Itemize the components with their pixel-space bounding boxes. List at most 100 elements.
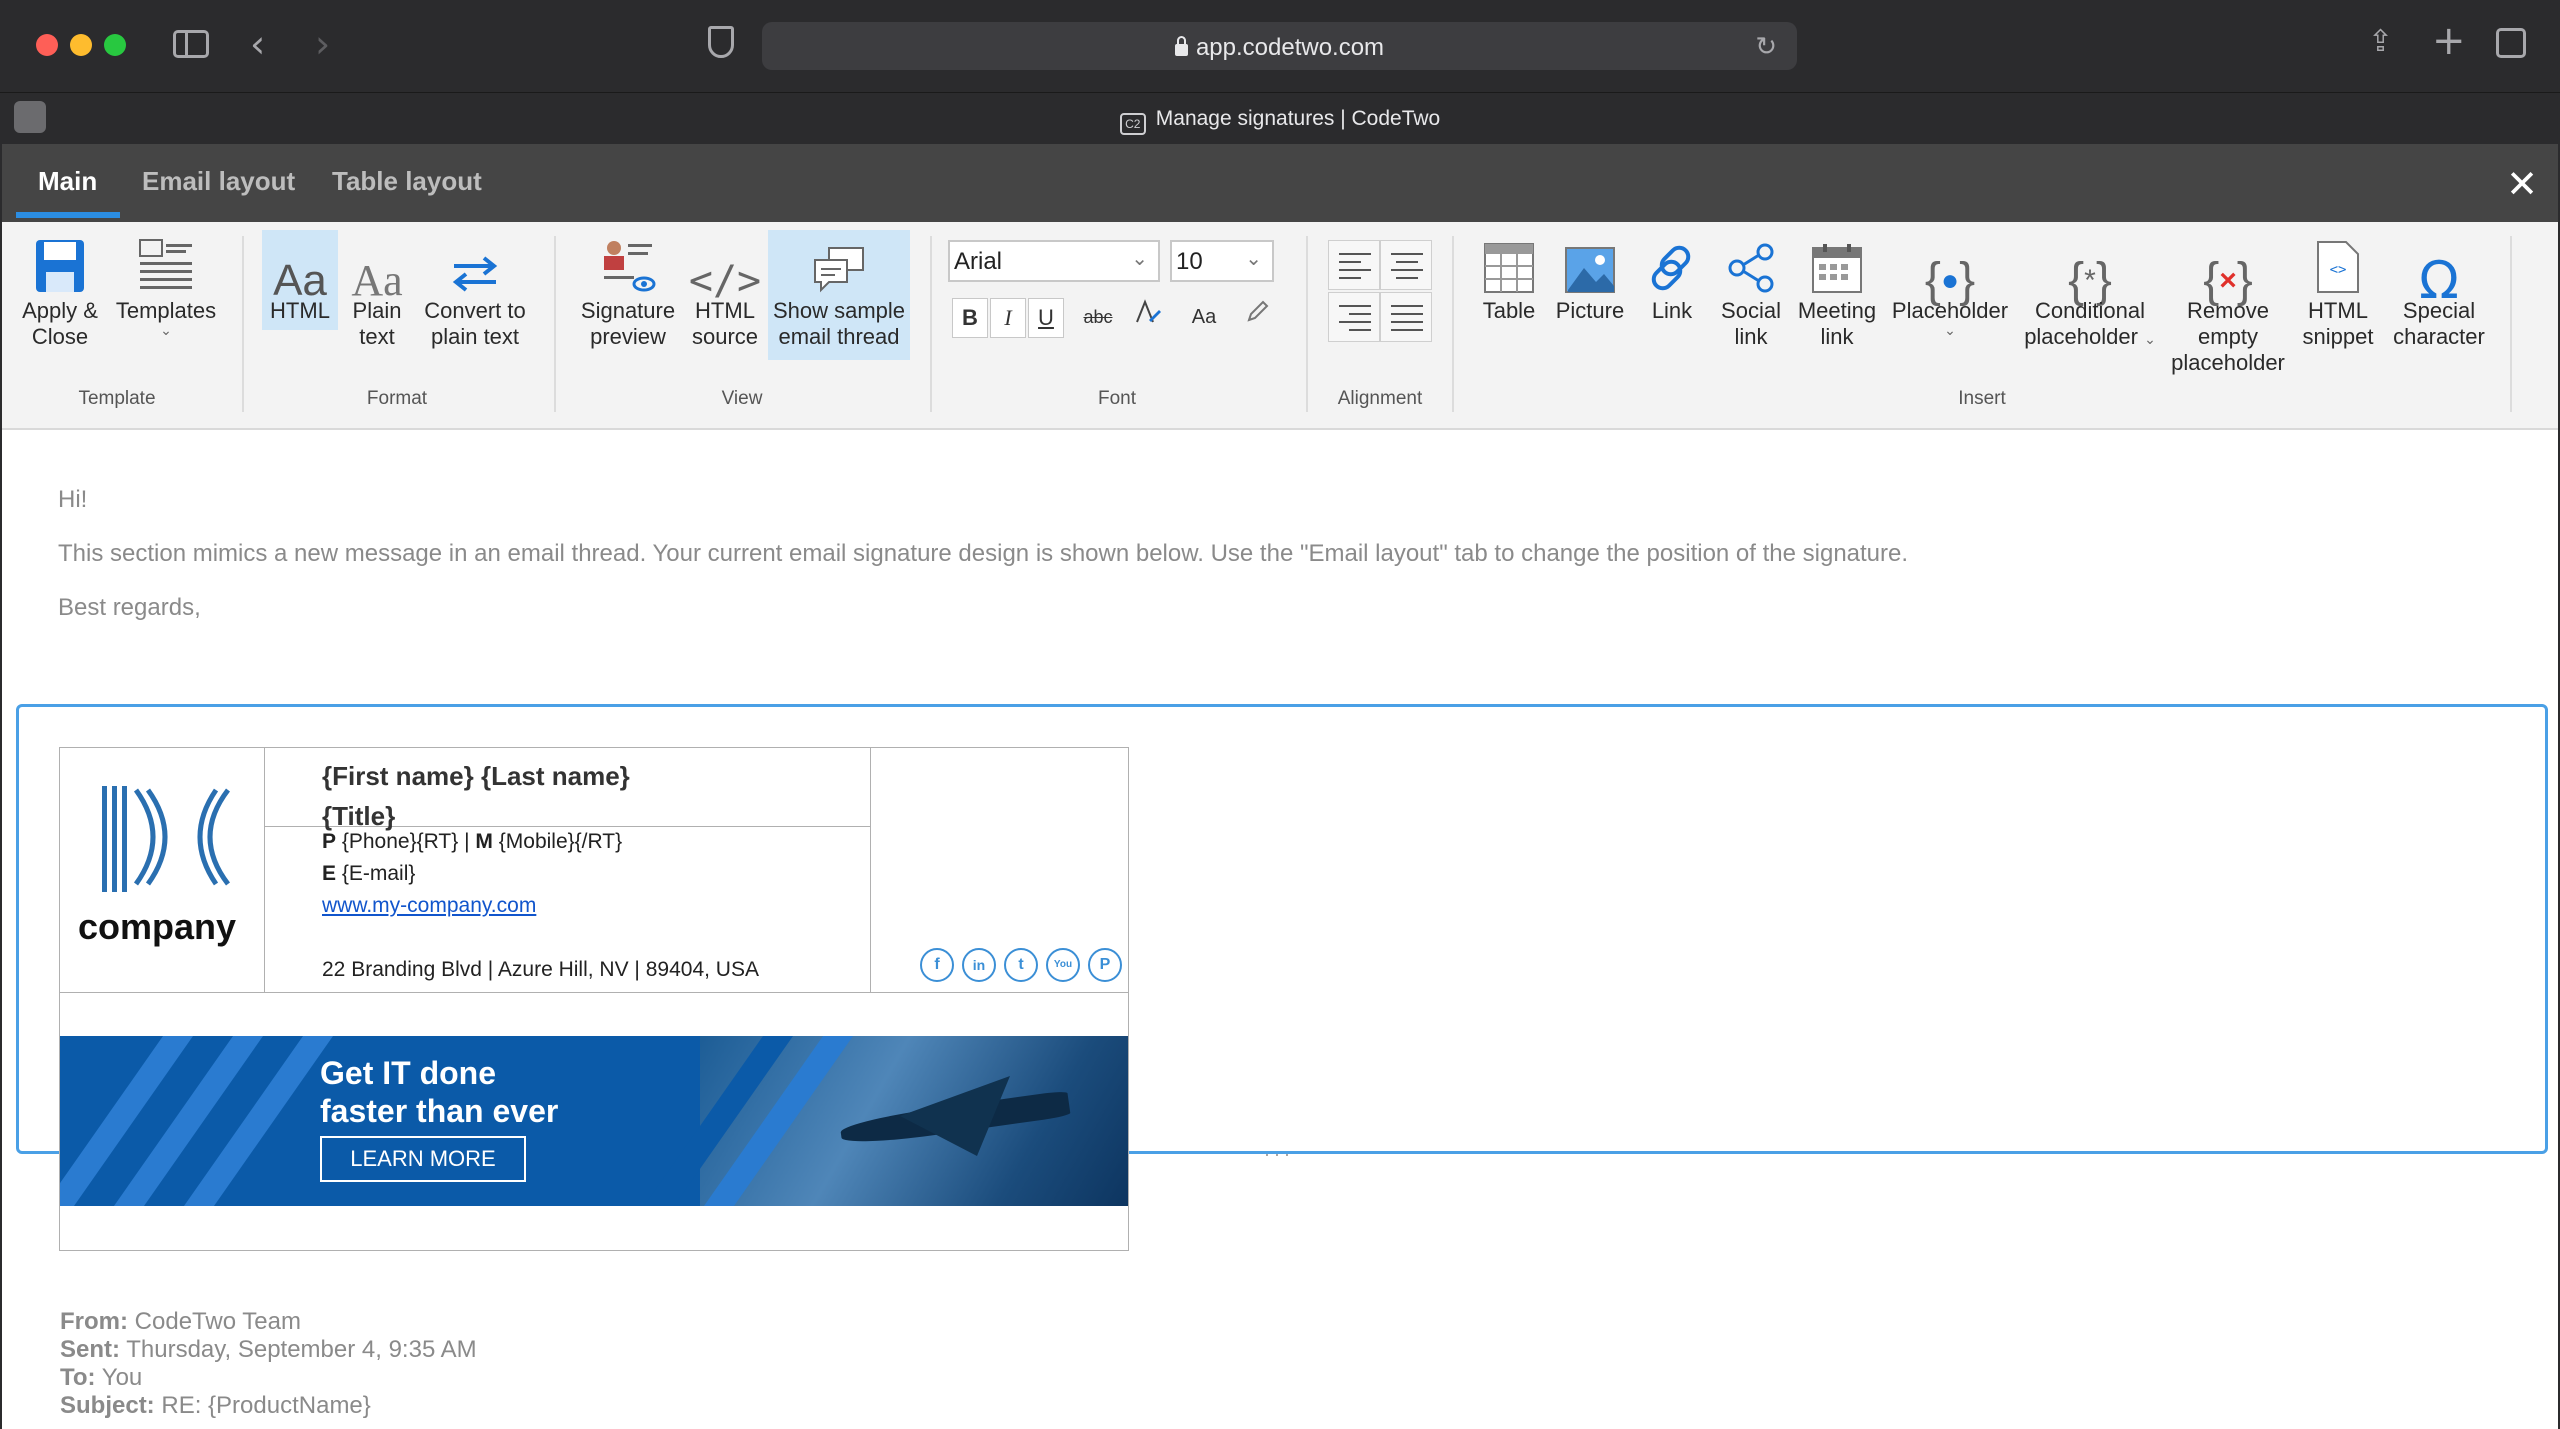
website-link[interactable]: www.my-company.com: [322, 894, 536, 918]
align-right-button[interactable]: [1328, 292, 1380, 342]
learn-more-button[interactable]: LEARN MORE: [320, 1136, 526, 1182]
insert-link-button[interactable]: Link: [1636, 230, 1708, 324]
logo-text: company: [78, 906, 237, 947]
insert-social-link-button[interactable]: Social link: [1712, 230, 1790, 350]
html-format-button[interactable]: Aa HTML: [262, 230, 338, 330]
linkedin-icon[interactable]: in: [962, 948, 996, 982]
font-family-select[interactable]: Arial ⌄: [948, 240, 1160, 282]
templates-button[interactable]: Templates ⌄: [110, 230, 222, 338]
close-editor-icon[interactable]: ✕: [2506, 162, 2538, 206]
active-tab-indicator: [16, 212, 120, 218]
address-bar[interactable]: app.codetwo.com ↻: [762, 22, 1797, 70]
pinterest-icon[interactable]: P: [1088, 948, 1122, 982]
thread-from: From: CodeTwo Team: [60, 1308, 301, 1336]
insert-meeting-link-button[interactable]: Meeting link: [1792, 230, 1882, 350]
html-source-button[interactable]: </> HTML source: [686, 230, 764, 350]
thread-subject: Subject: RE: {ProductName}: [60, 1392, 371, 1420]
picture-label: Picture: [1555, 298, 1625, 323]
tab-email-layout[interactable]: Email layout: [142, 166, 295, 197]
font-size-select[interactable]: 10 ⌄: [1170, 240, 1274, 282]
insert-html-snippet-button[interactable]: <> HTML snippet: [2296, 230, 2380, 350]
code-icon: </>: [688, 258, 762, 304]
show-sample-thread-button[interactable]: Show sample email thread: [768, 230, 910, 360]
minimize-window-button[interactable]: [70, 34, 92, 56]
save-icon: [36, 240, 84, 292]
new-tab-icon[interactable]: +: [2432, 18, 2466, 64]
clear-format-button[interactable]: [1240, 298, 1276, 338]
signature-banner[interactable]: Get IT done faster than ever LEARN MORE: [60, 1036, 1128, 1206]
reload-icon[interactable]: ↻: [1755, 32, 1777, 62]
signature-preview-button[interactable]: Signature preview: [574, 230, 682, 350]
align-justify-button[interactable]: [1380, 292, 1432, 342]
insert-table-button[interactable]: Table: [1472, 230, 1546, 324]
banner-line-2: faster than ever: [320, 1093, 559, 1129]
italic-button[interactable]: I: [990, 298, 1026, 338]
insert-special-character-button[interactable]: Ω Special character: [2386, 230, 2492, 350]
page-title-text: Manage signatures | CodeTwo: [1155, 107, 1441, 130]
company-logo[interactable]: [100, 782, 230, 892]
html-snippet-icon: <>: [2317, 241, 2359, 293]
zoom-window-button[interactable]: [104, 34, 126, 56]
change-case-button[interactable]: Aa: [1186, 298, 1222, 338]
to-value: You: [101, 1364, 143, 1391]
phone-line[interactable]: P {Phone}{RT} | M {Mobile}{/RT}: [322, 830, 622, 854]
email-prefix: E: [322, 862, 337, 885]
convert-plain-button[interactable]: Convert to plain text: [416, 230, 534, 350]
placeholder-braces-icon: {●}: [1924, 254, 1976, 307]
apply-close-button[interactable]: Apply & Close: [14, 230, 106, 350]
underline-button[interactable]: U: [1028, 298, 1064, 338]
from-label: From:: [60, 1308, 128, 1335]
text-color-button[interactable]: [1130, 298, 1166, 338]
insert-picture-button[interactable]: Picture: [1550, 230, 1630, 324]
conditional-braces-icon: {*}: [2068, 254, 2112, 307]
plain-text-button[interactable]: Aa Plain text: [344, 230, 410, 350]
align-left-button[interactable]: [1328, 240, 1380, 290]
message-body: This section mimics a new message in an …: [58, 540, 1909, 567]
tab-table-layout[interactable]: Table layout: [332, 166, 482, 197]
facebook-icon[interactable]: f: [920, 948, 954, 982]
twitter-icon[interactable]: t: [1004, 948, 1038, 982]
address-line[interactable]: 22 Branding Blvd | Azure Hill, NV | 8940…: [322, 958, 759, 982]
close-window-button[interactable]: [36, 34, 58, 56]
insert-conditional-placeholder-button[interactable]: {*} Conditional placeholder ⌄: [2020, 230, 2160, 352]
chevron-down-icon: ⌄: [1131, 246, 1148, 270]
bold-button[interactable]: B: [952, 298, 988, 338]
group-separator: [2510, 236, 2512, 412]
cell-divider: [60, 992, 1128, 993]
tab-overview-icon[interactable]: [2496, 28, 2526, 58]
meeting-label-1: Meeting: [1797, 298, 1877, 323]
youtube-icon[interactable]: You: [1046, 948, 1080, 982]
group-label-format: Format: [366, 388, 428, 409]
group-label-template: Template: [78, 388, 156, 409]
chevron-down-icon: ⌄: [2144, 331, 2156, 347]
strikethrough-button[interactable]: abc: [1076, 298, 1120, 338]
resize-handle[interactable]: ···: [1264, 1144, 1294, 1165]
jet-wing-shape: [900, 1076, 1010, 1156]
forward-arrow-icon[interactable]: ›: [315, 22, 330, 66]
apply-close-label-1: Apply &: [22, 298, 98, 323]
privacy-shield-icon[interactable]: [708, 26, 734, 58]
text-color-icon: [1136, 299, 1161, 323]
pencil-icon: [1247, 300, 1269, 322]
phone-prefix: P: [322, 830, 337, 853]
chevron-down-icon: ⌄: [160, 322, 172, 338]
email-line[interactable]: E {E-mail}: [322, 862, 415, 886]
conditional-label-2: placeholder: [2024, 324, 2138, 349]
signature-editing-area[interactable]: company {First name} {Last name} {Title} …: [16, 704, 2548, 1251]
remove-empty-placeholder-button[interactable]: {×} Remove empty placeholder: [2164, 230, 2292, 376]
share-nodes-icon: [1728, 243, 1774, 293]
tab-main[interactable]: Main: [38, 166, 97, 197]
from-value: CodeTwo Team: [134, 1308, 301, 1335]
sidebar-toggle-icon[interactable]: [173, 30, 209, 58]
thread-to: To: You: [60, 1364, 142, 1392]
svg-text:<>: <>: [2330, 262, 2347, 278]
insert-placeholder-button[interactable]: {●} Placeholder ⌄: [1888, 230, 2012, 338]
share-icon[interactable]: ⇪: [2368, 24, 2393, 59]
browser-tab-title[interactable]: C2 Manage signatures | CodeTwo: [0, 107, 2560, 135]
back-arrow-icon[interactable]: ‹: [250, 22, 265, 66]
align-center-button[interactable]: [1380, 240, 1432, 290]
signature-table[interactable]: company {First name} {Last name} {Title} …: [59, 747, 1129, 1251]
sig-preview-label-1: Signature: [580, 298, 676, 323]
name-placeholder[interactable]: {First name} {Last name} {Title}: [322, 756, 630, 836]
chevron-down-icon: ⌄: [1944, 322, 1956, 338]
